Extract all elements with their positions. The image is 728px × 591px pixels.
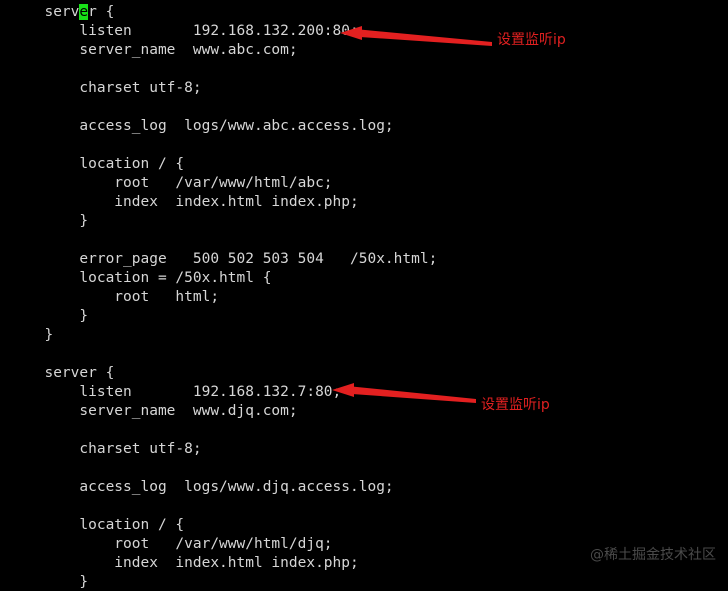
code-line: charset utf-8; <box>27 80 202 96</box>
code-line: location = /50x.html { <box>27 270 272 286</box>
code-line: access_log logs/www.abc.access.log; <box>27 118 394 134</box>
code-line: index index.html index.php; <box>27 194 359 210</box>
code-line: charset utf-8; <box>27 441 202 457</box>
code-line: listen 192.168.132.200:80; <box>27 23 359 39</box>
code-line: location / { <box>27 517 185 533</box>
code-line: root html; <box>27 289 220 305</box>
code-line: root /var/www/html/abc; <box>27 175 333 191</box>
code-line: } <box>27 308 89 324</box>
code-line: access_log logs/www.djq.access.log; <box>27 479 394 495</box>
code-line: } <box>27 213 89 229</box>
code-line: } <box>27 327 54 343</box>
code-line: server_name www.djq.com; <box>27 403 298 419</box>
annotation-label-listen-ip-1: 设置监听ip <box>497 32 566 48</box>
terminal-screenshot: server { listen 192.168.132.200:80; serv… <box>0 0 728 591</box>
code-line: error_page 500 502 503 504 /50x.html; <box>27 251 438 267</box>
nginx-config-text[interactable]: server { listen 192.168.132.200:80; serv… <box>0 0 728 591</box>
code-line: server_name www.abc.com; <box>27 42 298 58</box>
annotation-label-listen-ip-2: 设置监听ip <box>481 397 550 413</box>
code-line: server { <box>27 365 115 381</box>
code-line: server { <box>27 4 115 20</box>
watermark: @稀土掘金技术社区 <box>590 547 716 563</box>
code-line: } <box>27 574 89 590</box>
code-line: location / { <box>27 156 185 172</box>
code-line: listen 192.168.132.7:80; <box>27 384 342 400</box>
text-cursor: e <box>79 4 89 20</box>
